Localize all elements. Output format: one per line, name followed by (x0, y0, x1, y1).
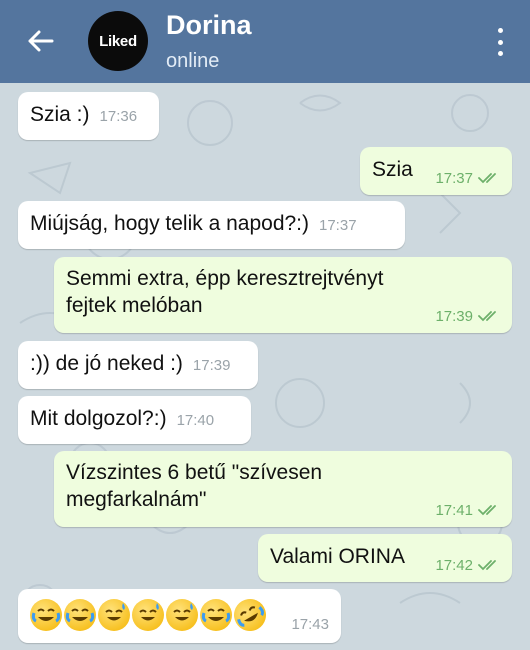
contact-status: online (166, 50, 220, 72)
message-time: 17:41 (435, 501, 473, 519)
message-bubble[interactable]: Vízszintes 6 betű "szívesen megfarkalnám… (54, 451, 512, 527)
message-text: Valami ORINA (270, 545, 405, 568)
chat-header: Liked Dorina online (0, 0, 530, 83)
message-bubble[interactable]: Valami ORINA 17:42 (258, 534, 512, 582)
message-meta: 17:37 (435, 169, 500, 189)
message-text: Miújság, hogy telik a napod?:) (30, 212, 309, 235)
double-check-icon (478, 311, 496, 322)
joy-emoji-icon (200, 599, 232, 631)
avatar-label: Liked (99, 32, 137, 50)
message-time: 17:39 (192, 357, 231, 374)
back-button[interactable] (22, 26, 58, 56)
contact-name[interactable]: Dorina (166, 10, 252, 41)
joy-emoji-icon (30, 599, 62, 631)
rofl-emoji-icon (228, 593, 272, 637)
message-time: 17:39 (435, 307, 473, 325)
message-text-line: Vízszintes 6 betű "szívesen (66, 461, 323, 484)
message-text: Szia :) (30, 103, 90, 126)
message-bubble[interactable]: Semmi extra, épp keresztrejtvényt fejtek… (54, 257, 512, 333)
sweat-smile-emoji-icon (132, 599, 164, 631)
more-vertical-icon (497, 28, 503, 33)
message-bubble[interactable]: Miújság, hogy telik a napod?:) 17:37 (18, 201, 405, 249)
message-bubble[interactable]: 17:43 (18, 589, 341, 643)
avatar[interactable]: Liked (88, 11, 148, 71)
message-meta: 17:39 (435, 307, 500, 327)
message-bubble[interactable]: :)) de jó neked :) 17:39 (18, 341, 258, 389)
more-vertical-icon-dot (497, 51, 503, 56)
double-check-icon (478, 173, 496, 184)
message-text: :)) de jó neked :) (30, 352, 183, 375)
message-text-line: Semmi extra, épp keresztrejtvényt (66, 267, 384, 290)
message-list[interactable]: Szia :) 17:36 Szia 17:37 Miújság, hogy te… (0, 83, 530, 650)
message-bubble[interactable]: Mit dolgozol?:) 17:40 (18, 396, 251, 444)
message-text: Szia (372, 158, 413, 181)
emoji-row (30, 593, 272, 637)
more-vertical-icon-dot (497, 39, 503, 45)
message-time: 17:43 (291, 615, 329, 633)
message-time: 17:37 (435, 169, 473, 187)
sweat-smile-emoji-icon (166, 599, 198, 631)
message-text: Mit dolgozol?:) (30, 407, 167, 430)
arrow-left-icon (28, 30, 54, 52)
double-check-icon (478, 560, 496, 571)
sweat-smile-emoji-icon (98, 599, 130, 631)
joy-emoji-icon (64, 599, 96, 631)
message-meta: 17:41 (435, 501, 500, 521)
message-time: 17:37 (319, 217, 357, 234)
message-meta: 17:42 (435, 556, 500, 576)
double-check-icon (478, 505, 496, 516)
message-bubble[interactable]: Szia 17:37 (360, 147, 512, 195)
message-time: 17:40 (176, 412, 215, 429)
message-bubble[interactable]: Szia :) 17:36 (18, 92, 159, 140)
more-menu-button[interactable] (490, 28, 510, 56)
message-time: 17:42 (435, 556, 473, 574)
message-time: 17:36 (99, 108, 138, 125)
